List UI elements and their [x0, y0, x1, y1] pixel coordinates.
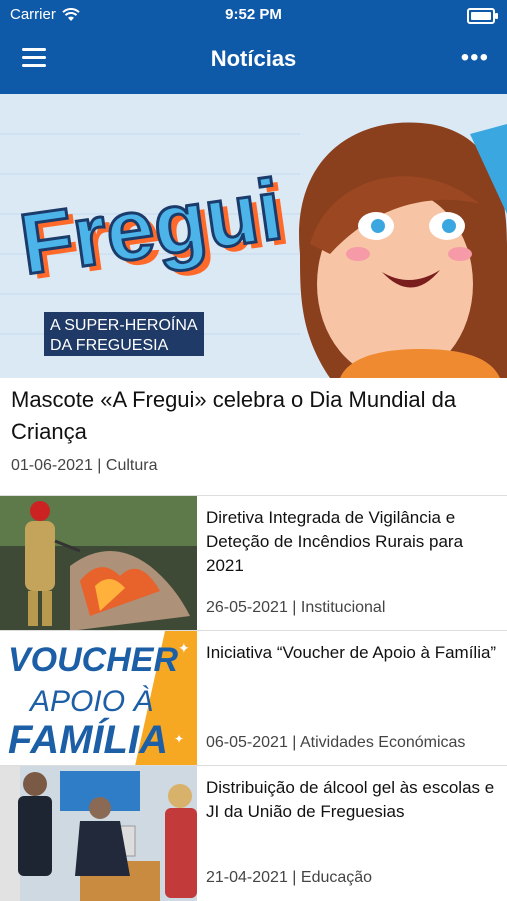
svg-text:✦: ✦: [178, 641, 190, 657]
news-item[interactable]: Distribuição de álcool gel às escolas e …: [0, 766, 507, 901]
top-bar: Carrier 9:52 PM Notícias •••: [0, 0, 507, 94]
news-thumbnail: VOUCHER APOIO À FAMÍLIA ✦ ✦: [0, 631, 197, 766]
news-title: Iniciativa “Voucher de Apoio à Família”: [206, 643, 497, 662]
featured-news-item[interactable]: Mascote «A Fregui» celebra o Dia Mundial…: [0, 378, 507, 495]
news-item[interactable]: Diretiva Integrada de Vigilância e Deteç…: [0, 496, 507, 631]
svg-text:FAMÍLIA: FAMÍLIA: [8, 717, 168, 762]
news-thumbnail: [0, 766, 197, 901]
news-item[interactable]: VOUCHER APOIO À FAMÍLIA ✦ ✦ Iniciativa “…: [0, 631, 507, 766]
news-meta: 21-04-2021 | Educação: [206, 869, 373, 886]
svg-text:VOUCHER: VOUCHER: [8, 641, 178, 679]
more-options-icon[interactable]: •••: [461, 44, 489, 72]
news-meta: 26-05-2021 | Institucional: [206, 599, 386, 616]
news-title: Distribuição de álcool gel às escolas e …: [206, 778, 495, 821]
news-thumbnail: [0, 496, 197, 631]
nav-bar: Notícias •••: [0, 38, 507, 82]
svg-text:✦: ✦: [174, 732, 184, 746]
svg-text:APOIO À: APOIO À: [28, 685, 153, 718]
news-title: Diretiva Integrada de Vigilância e Deteç…: [206, 508, 464, 575]
battery-icon: [467, 8, 498, 24]
status-time: 9:52 PM: [225, 6, 282, 23]
svg-text:DA FREGUESIA: DA FREGUESIA: [50, 337, 169, 354]
news-meta: 06-05-2021 | Atividades Económicas: [206, 734, 466, 751]
featured-news-image[interactable]: Fregui Fregui A SUPER-HEROÍNA DA FREGUES…: [0, 94, 507, 378]
svg-text:A SUPER-HEROÍNA: A SUPER-HEROÍNA: [50, 315, 198, 334]
status-bar: Carrier 9:52 PM: [0, 0, 507, 30]
featured-news-meta: 01-06-2021 | Cultura: [11, 457, 158, 474]
page-title: Notícias: [210, 46, 297, 71]
featured-news-title: Mascote «A Fregui» celebra o Dia Mundial…: [11, 387, 457, 444]
